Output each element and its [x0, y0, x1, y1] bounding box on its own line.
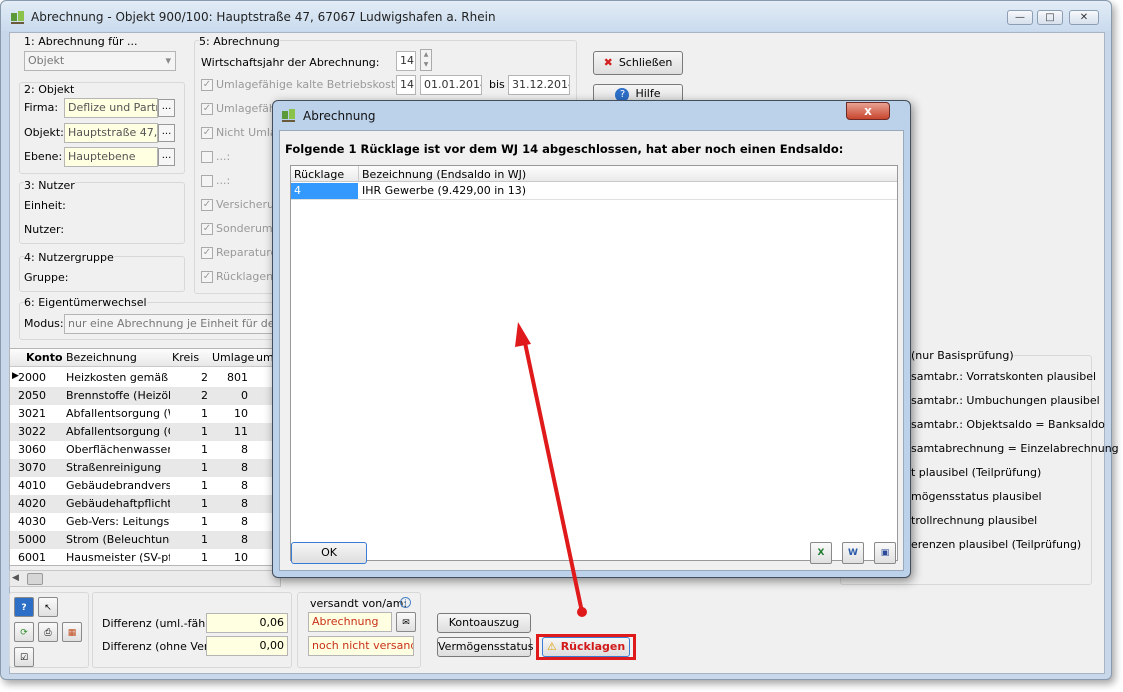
red-arrow-annotation: [515, 322, 587, 617]
